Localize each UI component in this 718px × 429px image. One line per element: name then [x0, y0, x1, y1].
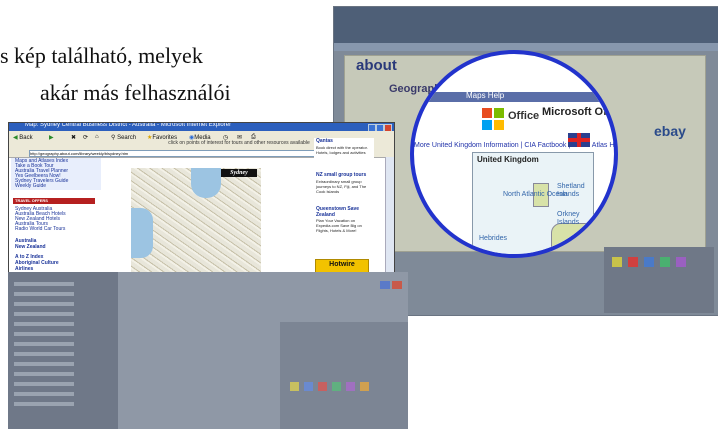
palette-swatch[interactable] [676, 257, 686, 267]
palette-swatch[interactable] [360, 382, 369, 391]
ad-text: Extraordinary small group journeys to NZ… [316, 179, 367, 194]
map-city-label: Sydney [221, 169, 257, 177]
faded-row [14, 302, 74, 306]
site-logo[interactable]: about [356, 57, 397, 74]
ebay-ad-logo[interactable]: ebay [654, 123, 686, 139]
faded-row [14, 382, 74, 386]
home-icon[interactable]: ⌂ [95, 134, 99, 140]
address-field[interactable]: http://geography.about.com/library/weekl… [29, 150, 351, 157]
stop-icon[interactable]: ✖ [71, 134, 76, 141]
bay-water [131, 208, 153, 258]
uk-flag-icon [568, 133, 590, 147]
browser-window: Map: Sydney Central Business District - … [8, 122, 395, 274]
palette-swatch[interactable] [628, 257, 638, 267]
faded-row [14, 312, 74, 316]
back-button[interactable]: ◀ Back [13, 134, 33, 141]
travel-link[interactable]: Radio World Car Tours [15, 226, 65, 232]
palette-swatch[interactable] [332, 382, 341, 391]
magnified-header-text: Maps Help [466, 91, 505, 100]
ad-title[interactable]: NZ small group tours [316, 172, 366, 178]
palette-panel [604, 247, 714, 313]
faded-row [14, 402, 74, 406]
caption-line-1: s kép található, melyek [0, 43, 203, 68]
faded-row [14, 362, 74, 366]
faded-palette-panel [280, 322, 408, 429]
office-logo-icon [482, 108, 504, 130]
sydney-map[interactable] [131, 168, 261, 273]
faded-row [14, 282, 74, 286]
map-label: Hebrides [479, 235, 508, 242]
refresh-icon[interactable]: ⟳ [83, 134, 88, 141]
category-link[interactable]: New Zealand [15, 244, 46, 250]
magnified-header: Maps Help [414, 91, 614, 102]
magnifier-lens: Maps Help Office Microsoft Office System… [410, 50, 618, 258]
palette-swatch[interactable] [290, 382, 299, 391]
map-label: Orkney Islands [557, 211, 580, 226]
faded-row [14, 332, 74, 336]
faded-sidebar [8, 272, 118, 429]
palette-swatch[interactable] [644, 257, 654, 267]
faded-row [14, 352, 74, 356]
faded-row [14, 322, 74, 326]
palette-swatch[interactable] [304, 382, 313, 391]
caption-line-2: akár más felhasználói [40, 80, 231, 105]
faded-window [8, 272, 408, 429]
office-ad[interactable]: Office Microsoft Office System [482, 104, 614, 134]
harbour-water [191, 168, 221, 198]
left-navigation: Maps and Atlases Index Take a Book Tour … [9, 158, 119, 273]
ad-text: Plan Your Vacation on Expedia.com Save B… [316, 218, 362, 233]
browser-titlebar: Map: Sydney Central Business District - … [9, 122, 394, 132]
forward-arrow-icon[interactable]: ▶ [49, 134, 54, 141]
back-label: Back [19, 135, 33, 141]
map-title: United Kingdom [477, 155, 539, 164]
office-brand: Office [508, 110, 540, 122]
office-title: Microsoft Office System [542, 106, 614, 118]
palette-swatch[interactable] [318, 382, 327, 391]
nav-link[interactable]: Weekly Guide [15, 183, 46, 189]
scrollbar[interactable] [385, 157, 394, 273]
palette-swatch[interactable] [346, 382, 355, 391]
faded-window-controls[interactable] [380, 276, 402, 289]
uk-map: United Kingdom North Atlantic Ocean Shet… [472, 133, 594, 254]
faded-row [14, 292, 74, 296]
palette-swatch[interactable] [660, 257, 670, 267]
faded-row [14, 392, 74, 396]
sponsored-links: Qantas Book direct with the operator. Ho… [314, 138, 374, 273]
ad-text: Book direct with the operator. Hotels, l… [316, 145, 368, 155]
ad-title[interactable]: Queenstown Save Zealand [316, 206, 374, 218]
window-top-area [334, 7, 718, 43]
ad-title[interactable]: Qantas [316, 138, 333, 144]
palette-swatch[interactable] [612, 257, 622, 267]
browser-title: Map: Sydney Central Business District - … [25, 122, 232, 128]
land-shape [551, 223, 593, 254]
faded-row [14, 342, 74, 346]
faded-row [14, 372, 74, 376]
map-label: Shetland Islands [557, 183, 585, 198]
travel-offers-header: TRAVEL OFFERS [13, 198, 95, 204]
